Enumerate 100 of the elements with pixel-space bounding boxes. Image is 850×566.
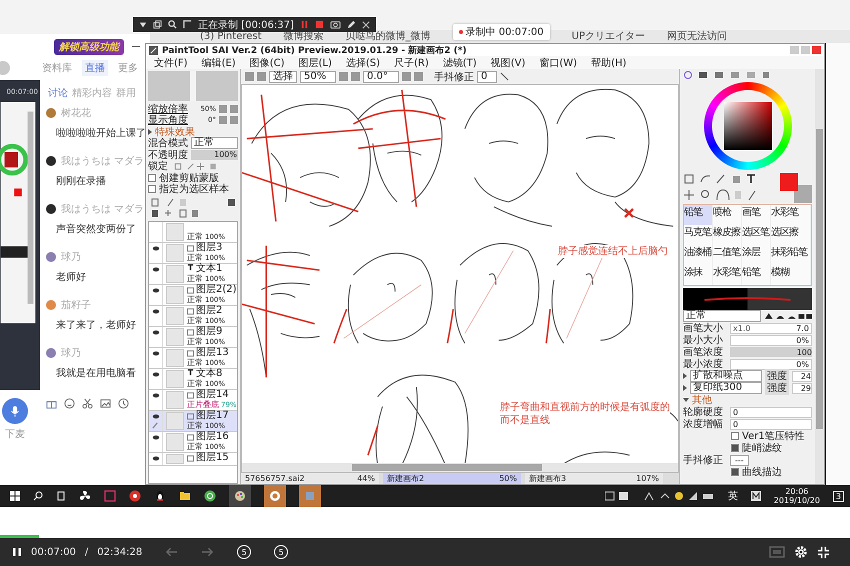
search-icon[interactable] xyxy=(168,20,177,29)
secondary-color-swatch[interactable] xyxy=(794,185,812,203)
menu-item[interactable]: 窗口(W) xyxy=(539,56,578,70)
eye-icon[interactable] xyxy=(152,393,160,398)
brush-preset[interactable]: 画笔 xyxy=(742,205,771,225)
document-tab[interactable]: 57656757.sai2 44% xyxy=(241,473,379,484)
setting-field[interactable]: 0 xyxy=(730,406,812,418)
setting-field[interactable]: 0 xyxy=(730,418,812,430)
classroom-tab[interactable]: 直播 xyxy=(82,60,108,76)
texture-select[interactable]: 复印纸300 xyxy=(690,382,762,394)
density-slider[interactable]: 100 xyxy=(730,347,812,357)
penguin-icon[interactable] xyxy=(154,490,166,502)
eye-icon[interactable] xyxy=(152,414,160,419)
setting-field[interactable]: 0% xyxy=(730,334,812,346)
setting-field[interactable]: x1.0 7.0 xyxy=(730,322,812,334)
brush-preset[interactable]: 橡皮擦 xyxy=(713,225,742,245)
microphone-button[interactable] xyxy=(2,398,28,424)
browser-tab[interactable]: 网页无法访问 xyxy=(666,30,727,42)
menu-item[interactable]: 视图(V) xyxy=(490,56,526,70)
region-icon[interactable] xyxy=(183,20,192,29)
task-view-icon[interactable] xyxy=(56,491,66,501)
collapse-icon[interactable] xyxy=(683,398,689,402)
angle-field[interactable]: 0.0° xyxy=(363,70,399,82)
palette-app-icon[interactable] xyxy=(234,490,246,502)
horizontal-scrollbar[interactable] xyxy=(242,463,678,472)
eye-icon[interactable] xyxy=(152,456,160,461)
stop-icon[interactable] xyxy=(314,20,324,29)
search-icon[interactable] xyxy=(33,491,43,501)
brush-preset[interactable]: 模糊 xyxy=(771,265,811,285)
image-icon[interactable] xyxy=(100,398,111,409)
recorder-app-icon[interactable] xyxy=(269,490,281,502)
app-icon[interactable] xyxy=(104,490,116,502)
eye-icon[interactable] xyxy=(152,246,160,251)
eye-icon[interactable] xyxy=(152,267,160,272)
checkbox[interactable] xyxy=(731,432,739,440)
notifications-button[interactable]: 3 xyxy=(832,490,844,502)
canvas[interactable]: 脖子感觉连结不上后脑勺 脖子弯曲和直视前方的时候是有弧度的 而不是直线 xyxy=(241,84,679,473)
settings-icon[interactable] xyxy=(794,545,808,559)
scissors-icon[interactable] xyxy=(82,398,93,409)
opacity-slider[interactable]: 100% xyxy=(191,150,238,160)
fan-icon[interactable] xyxy=(79,490,91,502)
color-square[interactable] xyxy=(724,102,772,150)
menu-item[interactable]: 尺子(R) xyxy=(394,56,429,70)
zoom-field[interactable]: 50% xyxy=(300,70,336,82)
emoji-icon[interactable] xyxy=(64,398,75,409)
strength-value[interactable]: 24 xyxy=(792,370,812,382)
eye-icon[interactable] xyxy=(152,435,160,440)
menu-item[interactable]: 图层(L) xyxy=(298,56,332,70)
brush-preset[interactable]: 铅笔 xyxy=(742,265,771,285)
brush-preset[interactable]: 抹彩铅笔 xyxy=(771,245,811,265)
vertical-scrollbar[interactable] xyxy=(815,69,824,484)
stabilizer-field[interactable]: 0 xyxy=(477,70,497,82)
brush-preset[interactable]: 涂层 xyxy=(742,245,771,265)
eye-icon[interactable] xyxy=(152,330,160,335)
brush-shape-icon[interactable] xyxy=(764,312,812,320)
line-tool-icon[interactable] xyxy=(500,72,509,81)
primary-color-swatch[interactable] xyxy=(780,173,798,191)
menu-item[interactable]: 图像(C) xyxy=(250,56,284,70)
expand-icon[interactable] xyxy=(148,128,152,135)
blend-mode-select[interactable]: 正常 xyxy=(191,137,238,150)
brush-preset[interactable]: 水彩笔 xyxy=(771,205,811,225)
brush-preset[interactable]: 选区笔 xyxy=(742,225,771,245)
menu-item[interactable]: 文件(F) xyxy=(154,56,188,70)
tray-icons-drawing[interactable] xyxy=(604,491,715,501)
music-app-icon[interactable] xyxy=(129,490,141,502)
exit-fullscreen-icon[interactable] xyxy=(817,546,830,558)
browser-tab[interactable]: UPクリエイター xyxy=(572,30,645,42)
clock-icon[interactable] xyxy=(118,398,129,409)
menu-item[interactable]: 选择(S) xyxy=(346,56,380,70)
brush-preset[interactable]: 水彩笔 xyxy=(713,265,742,285)
brush-mode-select[interactable]: 正常 xyxy=(683,310,761,322)
texture-select[interactable]: 扩散和噪点 xyxy=(690,370,762,382)
menu-item[interactable]: 帮助(H) xyxy=(591,56,626,70)
eye-icon[interactable] xyxy=(152,309,160,314)
previous-arrow-icon[interactable] xyxy=(165,547,178,557)
setting-field[interactable]: 0% xyxy=(730,358,812,370)
brush-preset[interactable]: 涂抹 xyxy=(684,265,713,285)
menu-item[interactable]: 编辑(E) xyxy=(202,56,236,70)
layer-row[interactable]: 图层15 xyxy=(149,453,237,466)
brush-preset[interactable]: 二值笔 xyxy=(713,245,742,265)
brush-preset[interactable]: 马克笔 xyxy=(684,225,713,245)
windows-icon[interactable] xyxy=(153,20,162,29)
brush-preset[interactable]: 选区擦 xyxy=(771,225,811,245)
next-arrow-icon[interactable] xyxy=(201,547,214,557)
brush-preset[interactable]: 铅笔 xyxy=(684,205,713,225)
checkbox[interactable] xyxy=(731,444,739,452)
checkbox[interactable] xyxy=(148,174,156,182)
forward-button[interactable]: 5 xyxy=(274,545,288,559)
browser-icon[interactable] xyxy=(204,490,216,502)
close-icon[interactable] xyxy=(362,20,370,28)
input-method-indicator[interactable]: 英 xyxy=(728,489,738,503)
dropdown-icon[interactable] xyxy=(139,20,147,28)
subtitles-icon[interactable] xyxy=(769,546,785,558)
gift-icon[interactable] xyxy=(46,398,57,409)
folder-icon[interactable] xyxy=(179,490,191,502)
chat-tab[interactable]: 讨论 xyxy=(48,86,68,100)
eye-icon[interactable] xyxy=(152,372,160,377)
menu-item[interactable]: 滤镜(T) xyxy=(442,56,477,70)
app-tray-icon[interactable] xyxy=(750,491,761,501)
stabilizer-select[interactable]: --- xyxy=(730,454,749,466)
